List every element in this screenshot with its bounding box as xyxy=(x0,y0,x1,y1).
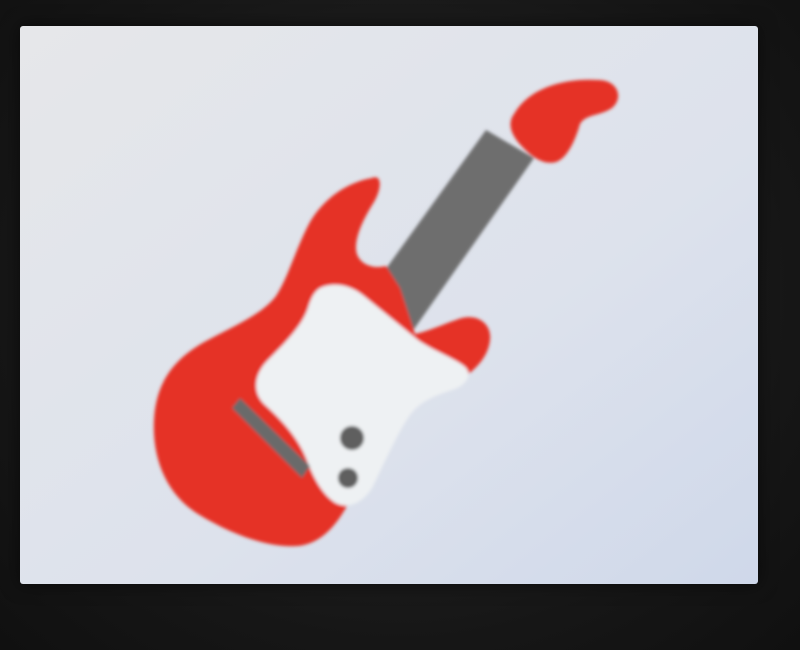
electric-guitar-icon xyxy=(20,26,758,584)
display-bezel xyxy=(0,0,800,650)
volume-knob xyxy=(340,426,364,450)
display-screen xyxy=(20,26,758,584)
tone-knob xyxy=(338,468,358,488)
